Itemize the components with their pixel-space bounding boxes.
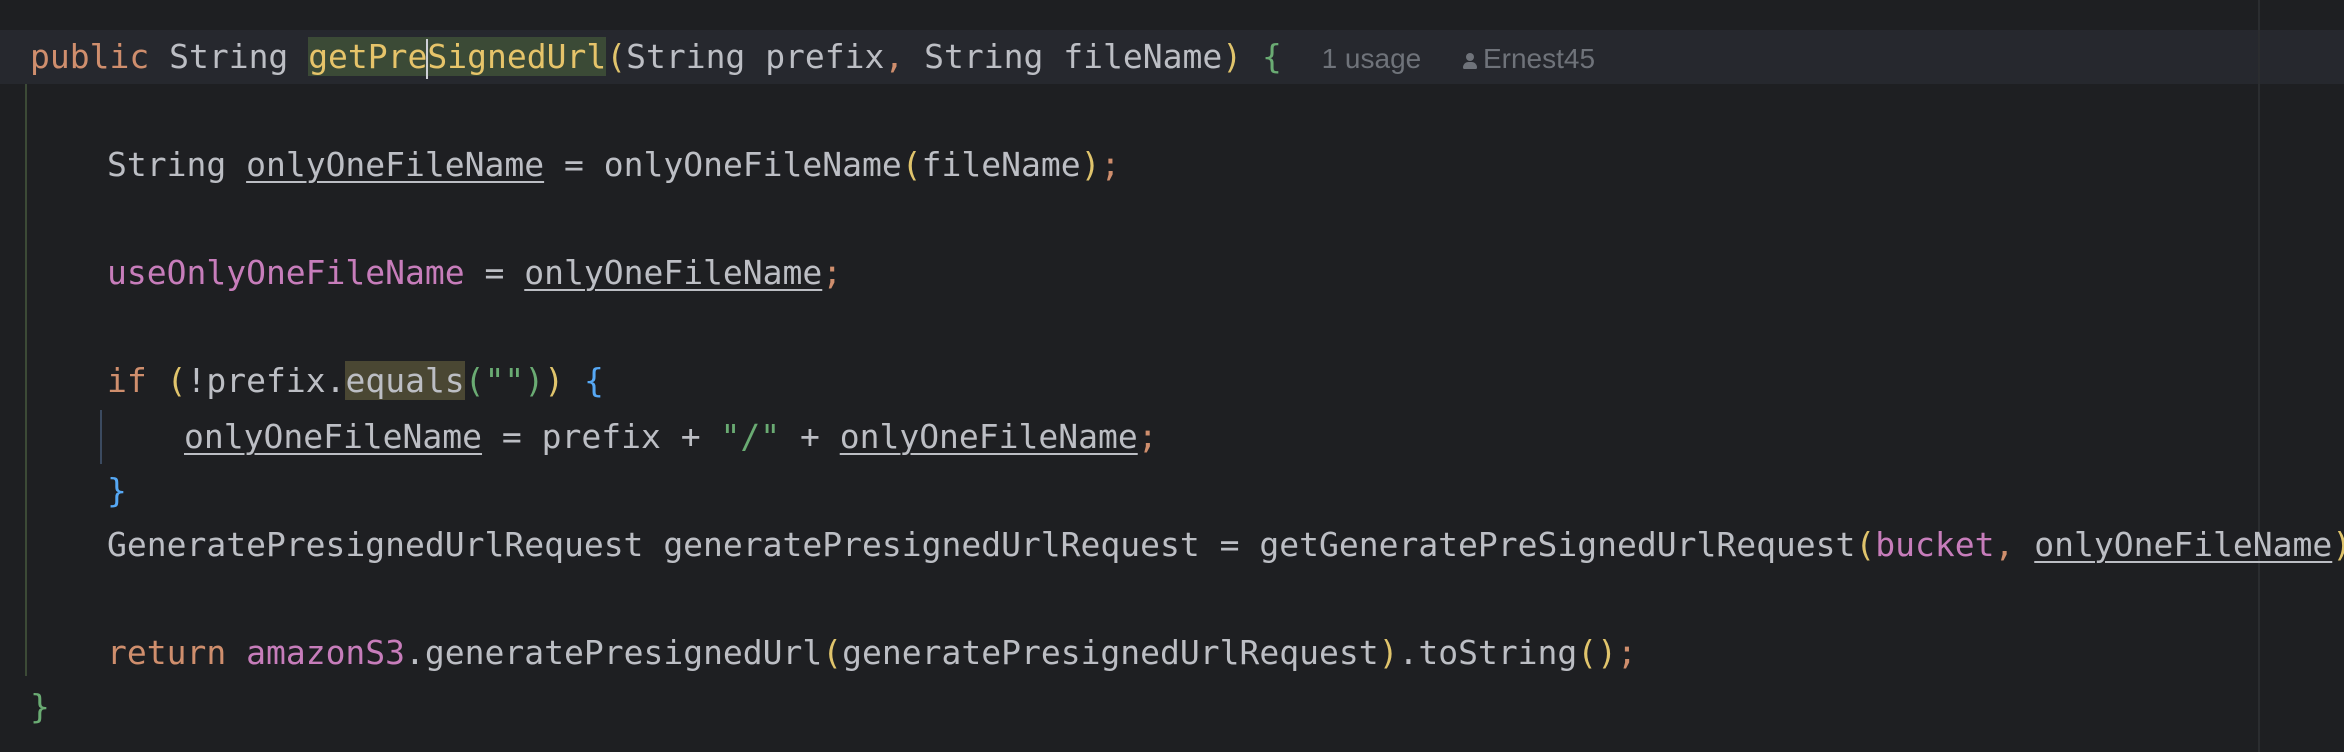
usages-inlay-hint[interactable]: 1 usage bbox=[1322, 43, 1422, 74]
parens: () bbox=[1577, 633, 1618, 672]
string-literal: "/" bbox=[720, 417, 781, 456]
method-scope-guide bbox=[25, 84, 27, 676]
object-name: prefix bbox=[541, 417, 661, 456]
argument: generatePresignedUrlRequest bbox=[842, 633, 1379, 672]
code-line-if[interactable]: if (!prefix.equals("")) { bbox=[107, 354, 604, 408]
keyword-if: if bbox=[107, 361, 147, 400]
operator: + bbox=[799, 417, 820, 456]
operator: = bbox=[1219, 525, 1240, 564]
open-brace: { bbox=[1261, 37, 1282, 76]
param-name: fileName bbox=[1063, 37, 1223, 76]
code-line-return[interactable]: return amazonS3.generatePresignedUrl(gen… bbox=[107, 626, 1637, 680]
method-call: getGeneratePreSignedUrlRequest bbox=[1259, 525, 1856, 564]
paren: ( bbox=[464, 361, 485, 400]
local-variable: onlyOneFileName bbox=[184, 417, 483, 456]
code-editor[interactable]: public String getPreSignedUrl(String pre… bbox=[0, 0, 2344, 752]
paren: ( bbox=[606, 37, 627, 76]
local-variable: onlyOneFileName bbox=[524, 253, 823, 292]
var-type: String bbox=[107, 145, 227, 184]
paren: ) bbox=[1378, 633, 1399, 672]
operator: + bbox=[680, 417, 701, 456]
code-line-field-assign[interactable]: useOnlyOneFileName = onlyOneFileName; bbox=[107, 246, 842, 300]
operator: = bbox=[563, 145, 584, 184]
code-line-local-var[interactable]: String onlyOneFileName = onlyOneFileName… bbox=[107, 138, 1120, 192]
semicolon: ; bbox=[1137, 417, 1158, 456]
return-type: String bbox=[169, 37, 289, 76]
code-line-request[interactable]: GeneratePresignedUrlRequest generatePres… bbox=[107, 518, 2344, 572]
operator: = bbox=[484, 253, 505, 292]
paren: ) bbox=[1222, 37, 1243, 76]
comma: , bbox=[1994, 525, 2015, 564]
method-call: generatePresignedUrl bbox=[424, 633, 823, 672]
dot: . bbox=[1398, 633, 1419, 672]
local-variable: onlyOneFileName bbox=[839, 417, 1138, 456]
keyword-public: public bbox=[30, 37, 150, 76]
paren: ( bbox=[1855, 525, 1876, 564]
close-brace: } bbox=[107, 471, 127, 510]
semicolon: ; bbox=[1100, 145, 1121, 184]
dot: . bbox=[325, 361, 346, 400]
argument: fileName bbox=[921, 145, 1081, 184]
comma: , bbox=[884, 37, 905, 76]
paren: ( bbox=[822, 633, 843, 672]
paren: ) bbox=[2332, 525, 2344, 564]
var-type: GeneratePresignedUrlRequest bbox=[107, 525, 644, 564]
semicolon: ; bbox=[822, 253, 843, 292]
paren: ( bbox=[901, 145, 922, 184]
method-name-declaration[interactable]: getPreSignedUrl bbox=[308, 37, 607, 79]
method-call: toString bbox=[1418, 633, 1578, 672]
param-type: String bbox=[924, 37, 1044, 76]
field-name: useOnlyOneFileName bbox=[107, 253, 465, 292]
field-name: amazonS3 bbox=[246, 633, 406, 672]
paren: ) bbox=[524, 361, 545, 400]
dot: . bbox=[405, 633, 425, 672]
if-block-indent-guide bbox=[100, 410, 102, 464]
person-icon bbox=[1461, 51, 1479, 71]
paren: ) bbox=[544, 361, 565, 400]
close-brace: } bbox=[30, 687, 50, 726]
code-line-close-method[interactable]: } bbox=[30, 680, 50, 734]
string-literal: "" bbox=[484, 361, 525, 400]
operator: = bbox=[501, 417, 522, 456]
param-name: prefix bbox=[765, 37, 885, 76]
local-variable: onlyOneFileName bbox=[246, 145, 545, 184]
local-variable: generatePresignedUrlRequest bbox=[663, 525, 1200, 564]
field-name: bucket bbox=[1875, 525, 1995, 564]
code-line-prefix-concat[interactable]: onlyOneFileName = prefix + "/" + onlyOne… bbox=[184, 410, 1158, 464]
semicolon: ; bbox=[1617, 633, 1637, 672]
code-line-method-signature[interactable]: public String getPreSignedUrl(String pre… bbox=[30, 30, 1595, 84]
author-inlay-hint[interactable]: Ernest45 bbox=[1461, 43, 1595, 74]
object-name: prefix bbox=[206, 361, 326, 400]
method-call-equals: equals bbox=[345, 361, 465, 400]
paren: ( bbox=[166, 361, 187, 400]
right-margin-guide bbox=[2258, 0, 2260, 752]
local-variable: onlyOneFileName bbox=[2034, 525, 2333, 564]
paren: ) bbox=[1080, 145, 1101, 184]
author-name: Ernest45 bbox=[1482, 43, 1596, 74]
keyword-return: return bbox=[107, 633, 227, 672]
code-line-close-if[interactable]: } bbox=[107, 464, 127, 518]
not-operator: ! bbox=[186, 361, 207, 400]
method-call: onlyOneFileName bbox=[603, 145, 902, 184]
param-type: String bbox=[626, 37, 746, 76]
open-brace: { bbox=[583, 361, 604, 400]
